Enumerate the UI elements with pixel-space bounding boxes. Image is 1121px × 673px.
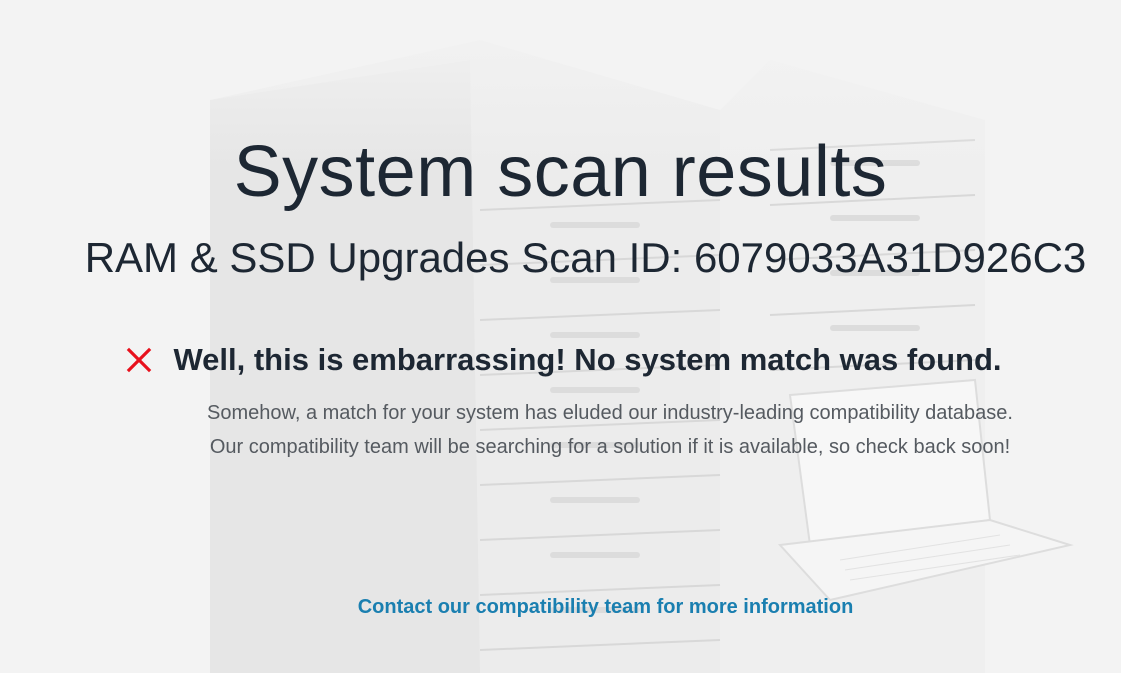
page-title: System scan results: [233, 132, 888, 212]
close-x-icon: [127, 347, 152, 373]
subtitle-prefix: RAM & SSD Upgrades Scan ID:: [84, 234, 694, 281]
contact-compatibility-team-link[interactable]: Contact our compatibility team for more …: [0, 593, 1121, 621]
no-match-description: Somehow, a match for your system has elu…: [207, 402, 1013, 458]
scan-results-page: System scan results RAM & SSD Upgrades S…: [0, 0, 1121, 673]
no-match-heading: Well, this is embarrassing! No system ma…: [173, 342, 1002, 377]
no-match-alert: Well, this is embarrassing! No system ma…: [0, 338, 1121, 382]
scan-id-value: 6079033A31D926C3: [693, 234, 1087, 281]
scan-id-subtitle: RAM & SSD Upgrades Scan ID: 6079033A31D9…: [0, 232, 1121, 284]
